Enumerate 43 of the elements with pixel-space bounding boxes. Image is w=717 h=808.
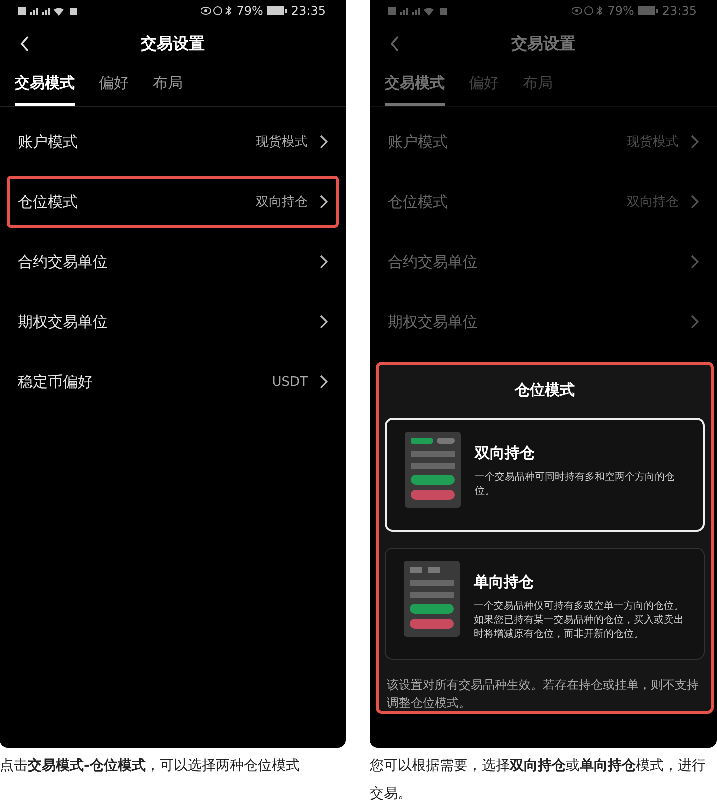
- row-value: 现货模式: [256, 134, 308, 151]
- row-label: 合约交易单位: [388, 252, 479, 272]
- battery-percent: 79%: [608, 4, 634, 18]
- tab[interactable]: 布局: [153, 74, 183, 106]
- row-label: 期权交易单位: [388, 312, 479, 332]
- sheet-note: 该设置对所有交易品种生效。若存在持仓或挂单，则不支持调整仓位模式。: [386, 677, 700, 712]
- row-label: 仓位模式: [388, 192, 449, 212]
- row-label: 账户模式: [18, 132, 79, 152]
- row-label: 合约交易单位: [18, 252, 109, 272]
- settings-row[interactable]: 账户模式 现货模式: [377, 116, 710, 168]
- row-value: USDT: [272, 374, 308, 390]
- settings-row[interactable]: 账户模式 现货模式: [7, 116, 339, 168]
- caption: 点击交易模式-仓位模式，可以选择两种仓位模式: [0, 756, 301, 776]
- option-card[interactable]: 双向持仓 一个交易品种可同时持有多和空两个方向的仓位。: [385, 418, 705, 532]
- settings-row[interactable]: 期权交易单位: [377, 296, 710, 348]
- status-time: 23:35: [291, 4, 326, 18]
- sheet-title: 仓位模式: [514, 381, 576, 400]
- option-description: 一个交易品种仅可持有多或空单一方向的仓位。如果您已持有某一交易品种的仓位，买入或卖出时将增减原有仓位，而非开新的仓位。: [474, 600, 685, 642]
- row-label: 仓位模式: [18, 192, 79, 212]
- battery-percent: 79%: [236, 4, 264, 18]
- status-time: 23:35: [662, 4, 697, 18]
- option-description: 一个交易品种可同时持有多和空两个方向的仓位。: [475, 471, 676, 499]
- settings-row[interactable]: 合约交易单位: [377, 236, 710, 288]
- row-label: 账户模式: [388, 132, 449, 152]
- settings-row[interactable]: 仓位模式 双向持仓: [7, 176, 339, 228]
- screen-title: 交易设置: [512, 34, 576, 54]
- option-card[interactable]: 单向持仓 一个交易品种仅可持有多或空单一方向的仓位。如果您已持有某一交易品种的仓位，买入或卖出时将增减原有仓位，而非开新的仓位。: [385, 548, 705, 660]
- settings-row[interactable]: 期权交易单位: [7, 296, 339, 348]
- row-value: 双向持仓: [256, 194, 308, 211]
- settings-row[interactable]: 稳定币偏好 USDT: [7, 356, 339, 408]
- settings-row[interactable]: 仓位模式 双向持仓: [377, 176, 710, 228]
- screen-title: 交易设置: [141, 34, 205, 54]
- option-title: 双向持仓: [475, 444, 536, 463]
- row-value: 双向持仓: [627, 194, 679, 211]
- caption: 您可以根据需要，选择双向持仓或单向持仓模式，进行交易。: [370, 757, 707, 804]
- tab[interactable]: 偏好: [99, 74, 129, 106]
- tab[interactable]: 交易模式: [385, 74, 445, 106]
- option-title: 单向持仓: [474, 573, 535, 592]
- tab[interactable]: 交易模式: [15, 74, 75, 106]
- row-label: 期权交易单位: [18, 312, 109, 332]
- settings-row[interactable]: 合约交易单位: [7, 236, 339, 288]
- row-label: 稳定币偏好: [18, 372, 94, 392]
- row-value: 现货模式: [627, 134, 679, 151]
